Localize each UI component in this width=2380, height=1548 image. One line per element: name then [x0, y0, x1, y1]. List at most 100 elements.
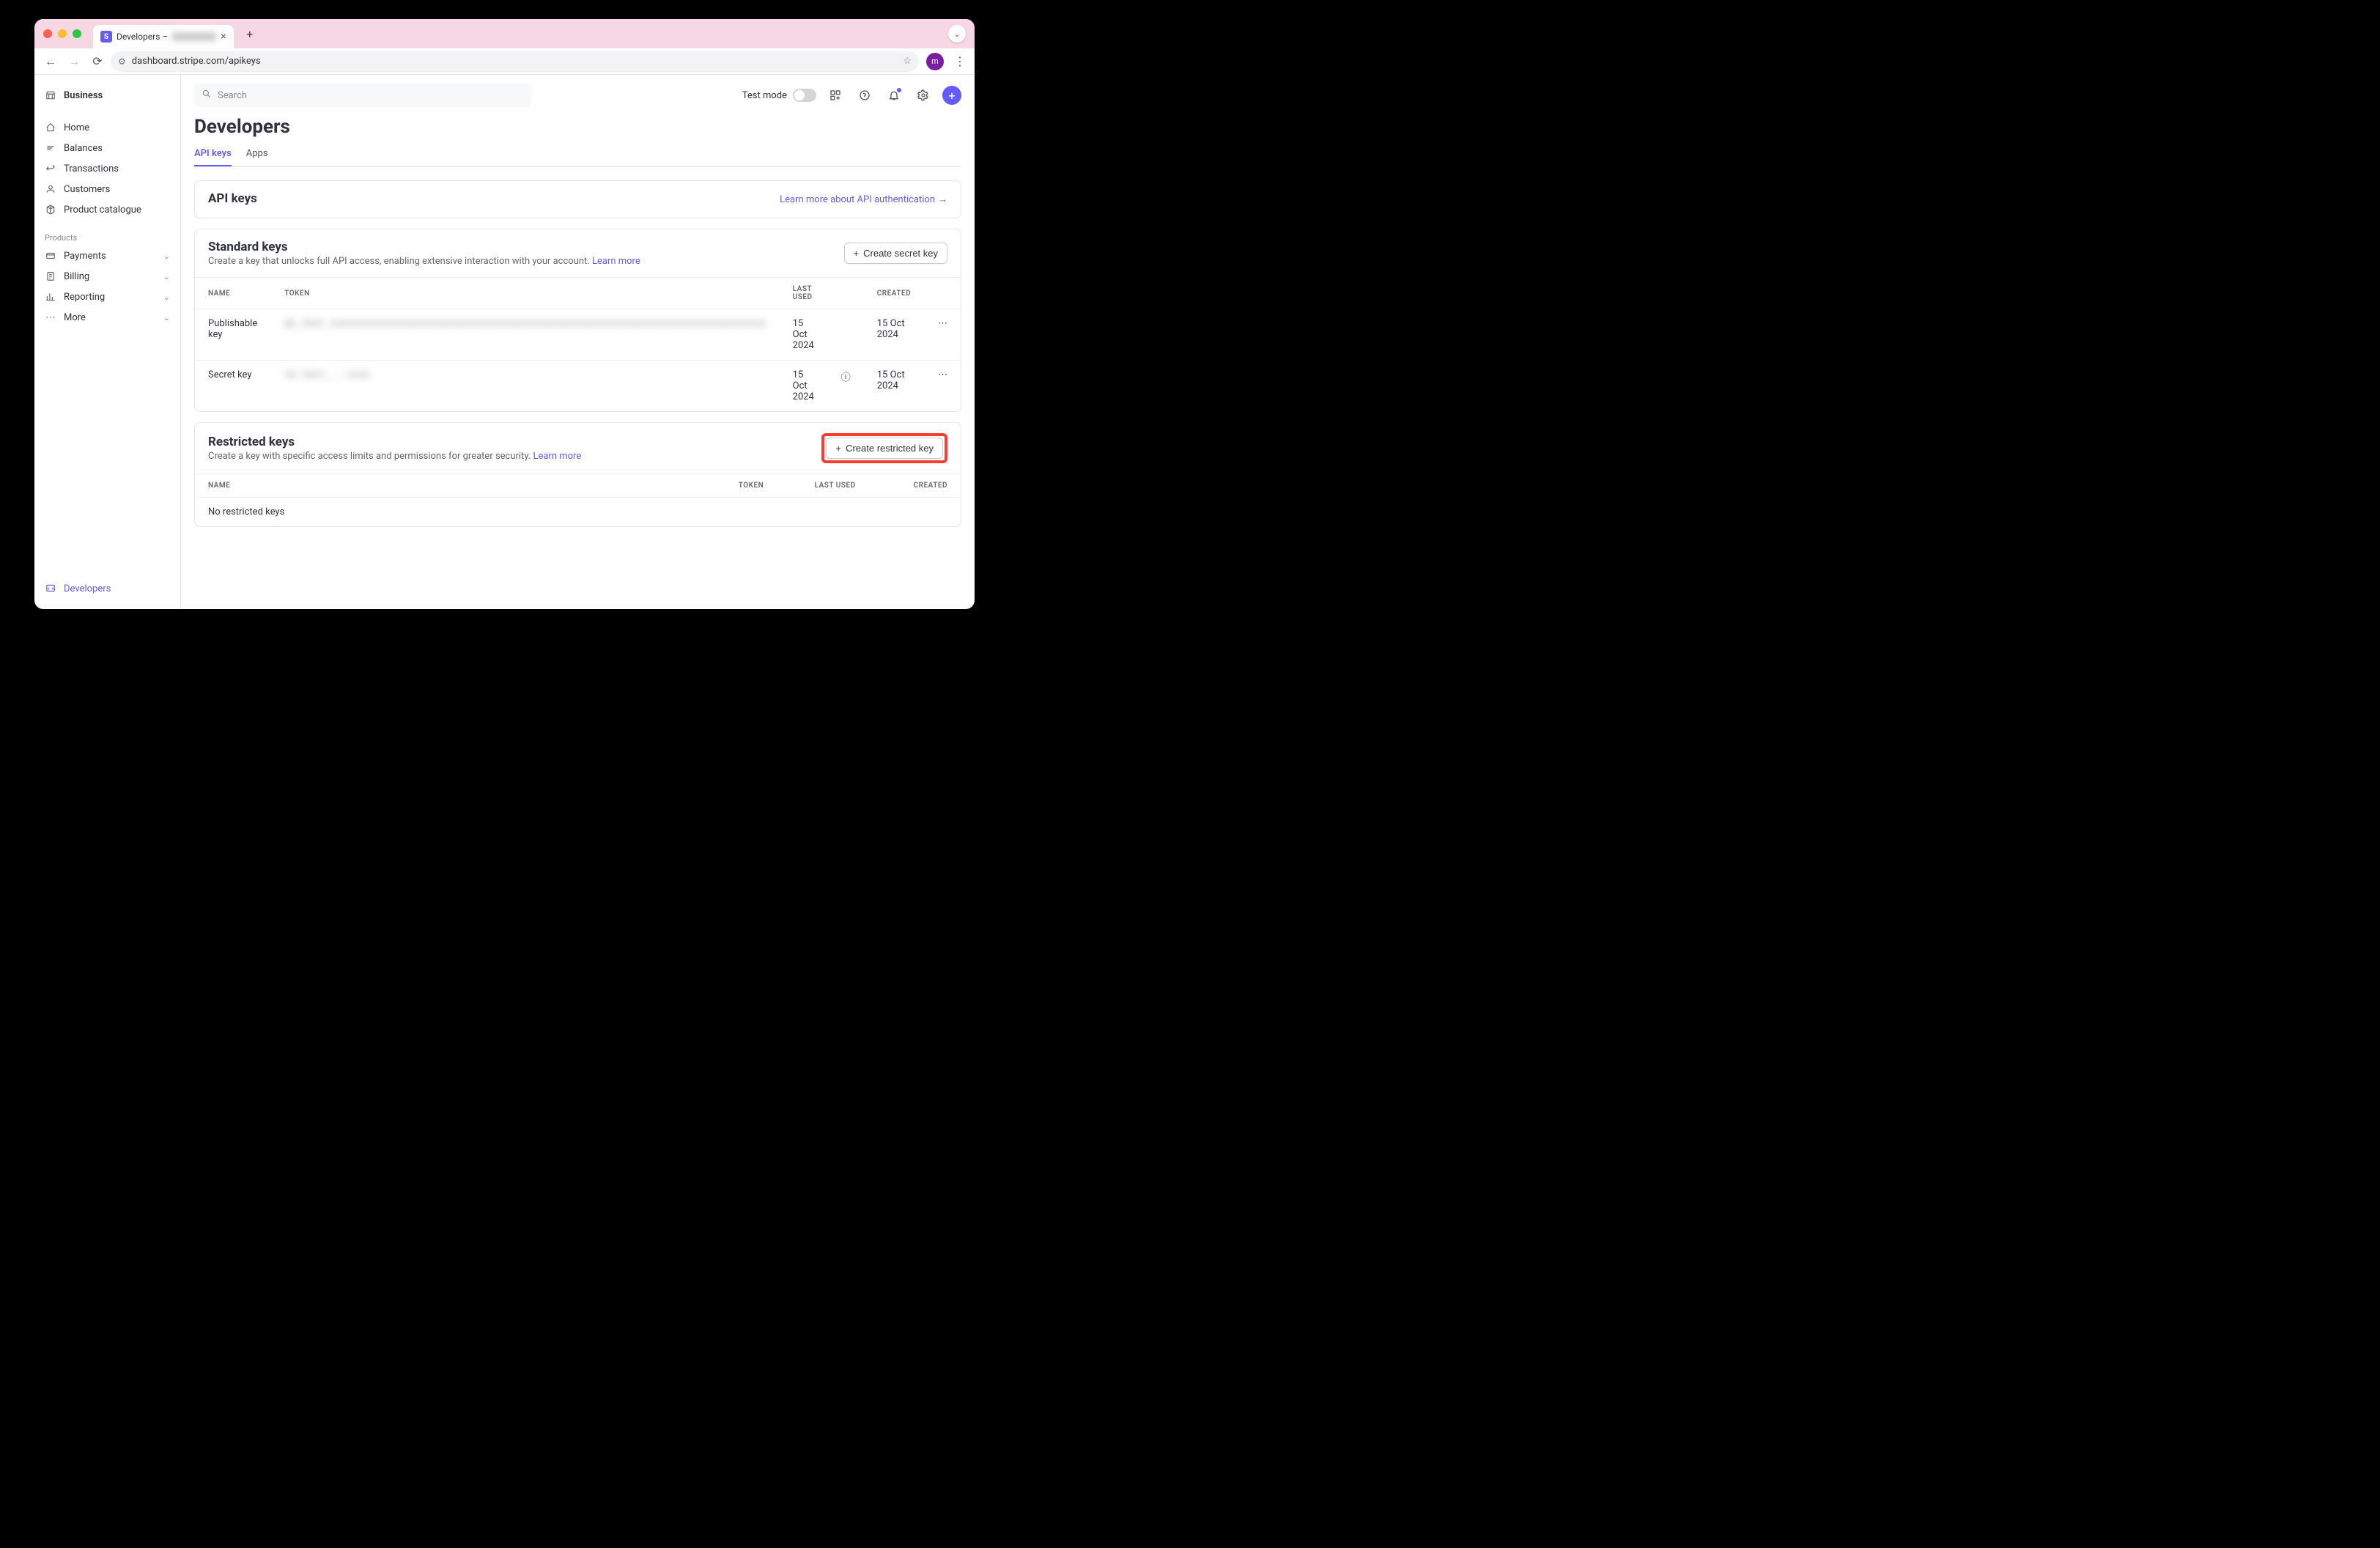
- restricted-keys-table: NAME TOKEN LAST USED CREATED No restrict…: [195, 473, 961, 526]
- search-input[interactable]: Search: [194, 84, 531, 107]
- customers-icon: [45, 183, 56, 195]
- sidebar-item-home[interactable]: Home: [34, 117, 180, 138]
- standard-keys-table: NAME TOKEN LAST USED CREATED Publishable…: [195, 277, 961, 411]
- standard-keys-title: Standard keys: [208, 240, 835, 254]
- create-restricted-key-button[interactable]: + Create restricted key: [826, 438, 943, 459]
- table-row: Publishable key pk_test_xxxxxxxxxxxxxxxx…: [195, 309, 961, 361]
- help-icon[interactable]: [854, 85, 875, 106]
- restricted-keys-title: Restricted keys: [208, 435, 813, 449]
- col-token: TOKEN: [701, 474, 777, 498]
- plus-icon: +: [854, 248, 860, 259]
- stripe-favicon: S: [100, 31, 112, 43]
- sidebar-item-billing[interactable]: Billing ⌄: [34, 266, 180, 287]
- sidebar-business[interactable]: Business: [34, 85, 180, 106]
- close-window[interactable]: [43, 29, 52, 38]
- create-button[interactable]: +: [942, 86, 961, 105]
- search-icon: [202, 89, 212, 102]
- notifications-icon[interactable]: [884, 85, 904, 106]
- maximize-window[interactable]: [73, 29, 81, 38]
- standard-keys-card: Standard keys Create a key that unlocks …: [194, 229, 961, 412]
- chevron-down-icon: ⌄: [163, 292, 170, 302]
- balances-icon: [45, 142, 56, 154]
- key-token[interactable]: sk_test_...xxxx: [271, 361, 779, 412]
- col-created: CREATED: [869, 474, 961, 498]
- home-icon: [45, 122, 56, 133]
- restricted-learn-more-link[interactable]: Learn more: [533, 451, 581, 462]
- top-bar: Search Test mode +: [181, 75, 975, 116]
- standard-learn-more-link[interactable]: Learn more: [592, 256, 640, 267]
- table-row: No restricted keys: [195, 498, 961, 527]
- key-name: Publishable key: [195, 309, 271, 361]
- store-icon: [45, 89, 56, 101]
- col-last-used: LAST USED: [777, 474, 868, 498]
- tab-title-redacted: [172, 32, 216, 41]
- search-placeholder: Search: [218, 90, 247, 101]
- key-name: Secret key: [195, 361, 271, 412]
- chevron-down-icon: ⌄: [163, 251, 170, 261]
- new-tab-button[interactable]: +: [240, 23, 260, 44]
- api-keys-header-card: API keys Learn more about API authentica…: [194, 180, 961, 218]
- forward-button[interactable]: →: [64, 51, 84, 72]
- sidebar-products-label: Products: [34, 220, 180, 246]
- key-last-used: 15 Oct 2024: [780, 361, 828, 412]
- test-mode-label: Test mode: [742, 90, 787, 101]
- tab-api-keys[interactable]: API keys: [194, 142, 232, 166]
- url-text: dashboard.stripe.com/apikeys: [132, 56, 261, 67]
- browser-menu-icon[interactable]: ⋮: [951, 54, 969, 68]
- site-info-icon[interactable]: ⚙: [118, 56, 126, 67]
- sidebar-item-payments[interactable]: Payments ⌄: [34, 246, 180, 266]
- chevron-down-icon: ⌄: [163, 272, 170, 281]
- tab-title: Developers –: [117, 32, 168, 42]
- key-last-used: 15 Oct 2024: [780, 309, 828, 361]
- row-menu-icon[interactable]: ⋯: [925, 361, 961, 412]
- key-created: 15 Oct 2024: [864, 309, 925, 361]
- plus-icon: +: [835, 443, 841, 454]
- col-name: NAME: [195, 474, 701, 498]
- api-keys-title: API keys: [208, 191, 771, 206]
- sidebar-item-customers[interactable]: Customers: [34, 179, 180, 199]
- callout-highlight: + Create restricted key: [821, 433, 947, 463]
- billing-icon: [45, 270, 56, 282]
- sidebar-item-more[interactable]: ⋯ More ⌄: [34, 307, 180, 328]
- sidebar-item-developers[interactable]: Developers: [34, 578, 180, 599]
- sidebar: Business Home Balances Transactions: [34, 75, 181, 609]
- reporting-icon: [45, 291, 56, 303]
- developers-icon: [45, 583, 56, 594]
- sidebar-item-reporting[interactable]: Reporting ⌄: [34, 287, 180, 307]
- key-token[interactable]: pk_test_xxxxxxxxxxxxxxxxxxxxxxxxxxxxxxxx…: [271, 309, 779, 361]
- browser-tab-strip: S Developers – × + ⌄: [34, 19, 975, 48]
- sidebar-item-transactions[interactable]: Transactions: [34, 158, 180, 179]
- sidebar-item-balances[interactable]: Balances: [34, 138, 180, 158]
- tab-apps[interactable]: Apps: [246, 142, 268, 166]
- create-secret-key-button[interactable]: + Create secret key: [844, 243, 947, 264]
- apps-icon[interactable]: [825, 85, 846, 106]
- info-icon[interactable]: ⓘ: [828, 361, 864, 412]
- restricted-keys-subtitle: Create a key with specific access limits…: [208, 451, 813, 462]
- main-content: Search Test mode +: [181, 75, 975, 609]
- chevron-down-icon: ⌄: [163, 313, 170, 322]
- browser-tab[interactable]: S Developers – ×: [93, 25, 234, 48]
- window-controls: [43, 29, 81, 38]
- arrow-right-icon: →: [938, 194, 947, 205]
- row-menu-icon[interactable]: ⋯: [925, 309, 961, 361]
- test-mode-control: Test mode: [742, 89, 816, 102]
- key-created: 15 Oct 2024: [864, 361, 925, 412]
- minimize-window[interactable]: [58, 29, 67, 38]
- payments-icon: [45, 250, 56, 262]
- reload-button[interactable]: ⟳: [87, 51, 108, 72]
- col-created: CREATED: [864, 278, 925, 309]
- bookmark-star-icon[interactable]: ☆: [903, 56, 912, 67]
- col-name: NAME: [195, 278, 271, 309]
- empty-state: No restricted keys: [195, 498, 961, 527]
- standard-keys-subtitle: Create a key that unlocks full API acces…: [208, 256, 835, 267]
- back-button[interactable]: ←: [40, 51, 61, 72]
- learn-more-auth-link[interactable]: Learn more about API authentication →: [780, 194, 947, 205]
- col-last-used: LAST USED: [780, 278, 828, 309]
- sidebar-item-product-catalogue[interactable]: Product catalogue: [34, 199, 180, 220]
- address-bar[interactable]: ⚙ dashboard.stripe.com/apikeys ☆: [111, 51, 919, 72]
- profile-avatar[interactable]: m: [926, 53, 944, 70]
- close-tab-icon[interactable]: ×: [221, 31, 226, 43]
- tab-overflow-button[interactable]: ⌄: [948, 25, 966, 43]
- test-mode-toggle[interactable]: [793, 89, 816, 102]
- settings-icon[interactable]: [913, 85, 934, 106]
